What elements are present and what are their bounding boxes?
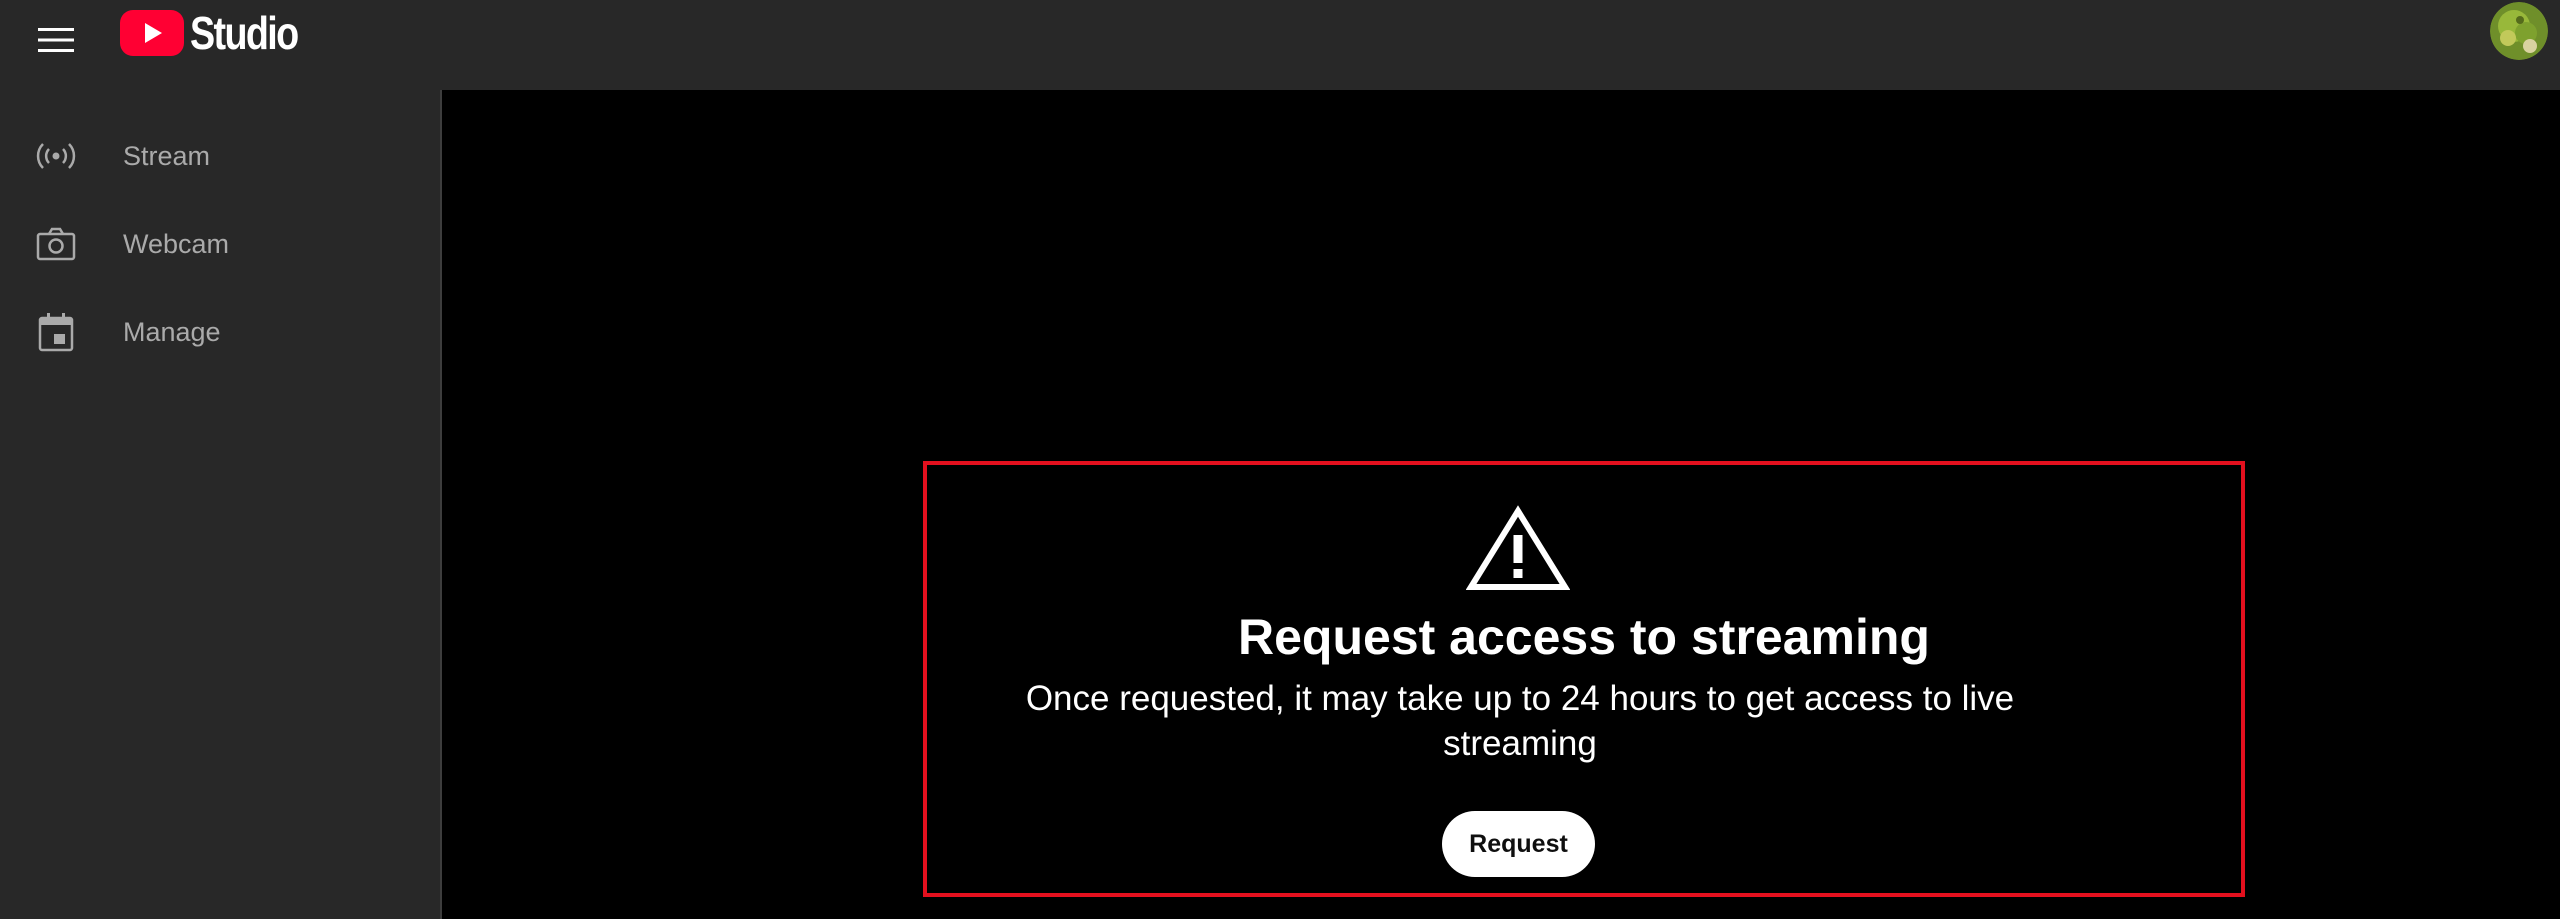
- avatar-image: [2490, 2, 2548, 60]
- sidebar: Stream Webcam Manage: [0, 90, 442, 919]
- logo-text: Studio: [190, 7, 299, 59]
- broadcast-icon: [34, 134, 78, 178]
- menu-button[interactable]: [24, 8, 88, 72]
- youtube-studio-logo[interactable]: Studio: [120, 8, 321, 58]
- account-avatar[interactable]: [2490, 2, 2548, 60]
- top-app-bar: Studio: [0, 0, 2560, 90]
- sidebar-item-label: Webcam: [123, 228, 230, 259]
- request-button[interactable]: Request: [1442, 811, 1595, 877]
- notice-title: Request access to streaming: [1238, 609, 1930, 665]
- sidebar-item-manage[interactable]: Manage: [0, 292, 440, 372]
- calendar-icon: [34, 310, 78, 354]
- sidebar-item-stream[interactable]: Stream: [0, 116, 440, 196]
- sidebar-item-webcam[interactable]: Webcam: [0, 204, 440, 284]
- sidebar-item-label: Stream: [123, 140, 211, 171]
- youtube-play-icon: [120, 10, 184, 56]
- notice-description: Once requested, it may take up to 24 hou…: [1025, 679, 2015, 763]
- warning-icon: [1466, 505, 1570, 590]
- hamburger-menu-icon: [38, 28, 74, 52]
- sidebar-item-label: Manage: [123, 316, 221, 347]
- camera-icon: [34, 222, 78, 266]
